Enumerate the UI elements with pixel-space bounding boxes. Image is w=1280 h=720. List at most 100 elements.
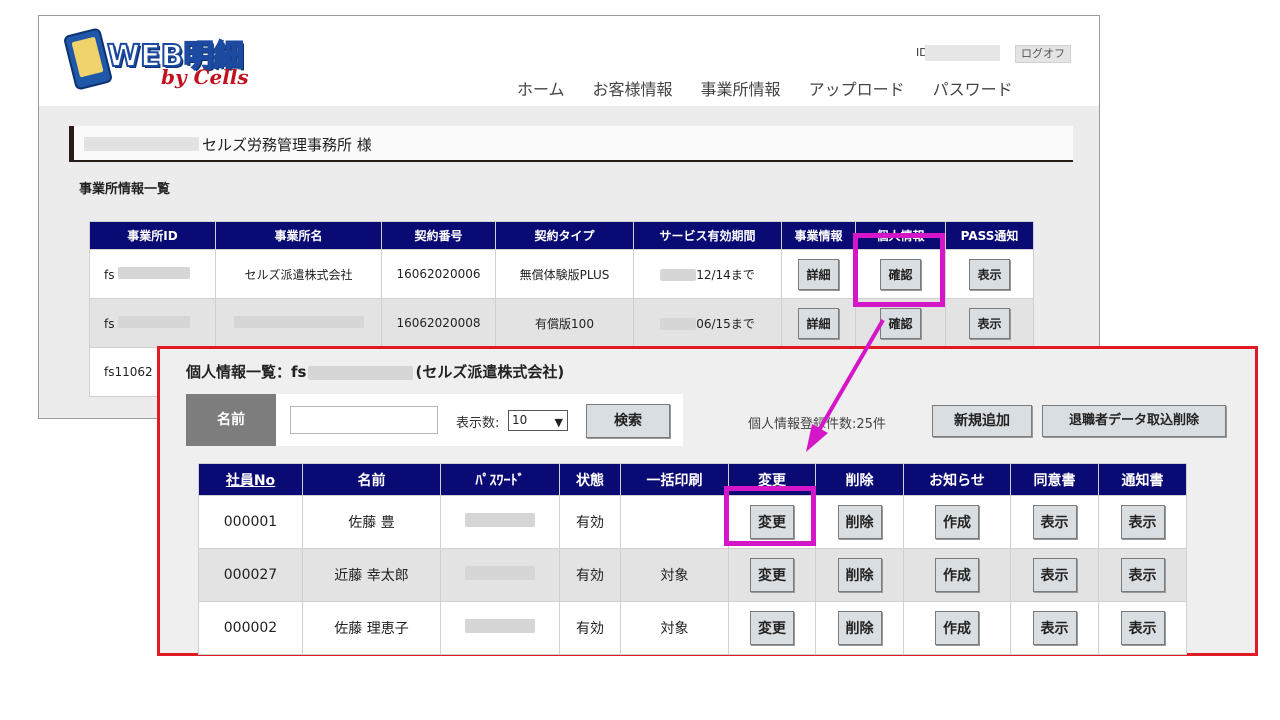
consent-cell: 表示 [1010, 495, 1099, 549]
delete-cell: 削除 [815, 601, 904, 655]
status-cell: 有効 [559, 495, 621, 549]
col-delete: 削除 [815, 463, 904, 496]
show-notification-button[interactable]: 表示 [1120, 611, 1165, 645]
show-notification-button[interactable]: 表示 [1120, 558, 1165, 592]
detail-button[interactable]: 詳細 [798, 307, 839, 339]
password-cell [440, 495, 560, 549]
company-redacted [84, 137, 199, 151]
nav-customer-info[interactable]: お客様情報 [593, 76, 673, 100]
personal-info-panel: 個人情報一覧：fs (セルズ派遣株式会社) 名前 表示数: 10 ▼ 検索 個人情… [157, 346, 1258, 656]
col-business-info: 事業情報 [781, 221, 856, 250]
col-consent: 同意書 [1010, 463, 1099, 496]
site-header: WEB明細 by Cells ID ログオフ ホーム お客様情報 事業所情報 ア… [39, 16, 1099, 106]
detail-button[interactable]: 詳細 [798, 258, 839, 290]
delete-button[interactable]: 削除 [837, 558, 882, 592]
period-cell: 06/15まで [633, 298, 782, 348]
display-count-label: 表示数: [456, 416, 500, 431]
col-contract-no: 契約番号 [381, 221, 496, 250]
type-cell: 有償版100 [495, 298, 634, 348]
create-notice-button[interactable]: 作成 [935, 611, 979, 645]
type-cell: 無償体験版PLUS [495, 249, 634, 299]
col-service-period: サービス有効期間 [633, 221, 782, 250]
create-notice-button[interactable]: 作成 [935, 558, 979, 592]
notice-cell: 作成 [903, 548, 1011, 602]
col-office-id: 事業所ID [89, 221, 216, 250]
confirm-button[interactable]: 確認 [880, 307, 921, 339]
col-password: ﾊﾟｽﾜｰﾄﾞ [440, 463, 560, 496]
bulk-print-cell: 対象 [620, 548, 729, 602]
col-bulk-print: 一括印刷 [620, 463, 729, 496]
delete-cell: 削除 [815, 495, 904, 549]
status-cell: 有効 [559, 601, 621, 655]
web-meisai-logo[interactable]: WEB明細 by Cells [62, 27, 259, 103]
nav-upload[interactable]: アップロード [809, 76, 905, 100]
display-count-select[interactable]: 10 ▼ [508, 410, 568, 431]
company-name: セルズ労務管理事務所 様 [202, 136, 372, 154]
office-name-cell [215, 298, 382, 348]
nav-office-info[interactable]: 事業所情報 [701, 76, 781, 100]
employee-table: 社員No 名前 ﾊﾟｽﾜｰﾄﾞ 状態 一括印刷 変更 削除 お知らせ 同意書 通… [198, 463, 1187, 655]
logoff-button[interactable]: ログオフ [1015, 45, 1071, 63]
bulk-print-cell: 対象 [620, 601, 729, 655]
logo-sub-text: by Cells [161, 65, 249, 89]
change-highlight [724, 486, 816, 546]
section-title: 事業所情報一覧 [79, 182, 171, 197]
office-id-cell: fs [89, 249, 216, 299]
table-row: 000001 佐藤 豊 有効 変更 削除 作成 表示 表示 [198, 495, 1187, 549]
user-id-redacted [925, 45, 1000, 61]
add-new-button[interactable]: 新規追加 [932, 405, 1032, 437]
notification-cell: 表示 [1098, 601, 1187, 655]
delete-cell: 削除 [815, 548, 904, 602]
name-label: 名前 [186, 394, 276, 446]
show-notification-button[interactable]: 表示 [1120, 505, 1165, 539]
retiree-import-delete-button[interactable]: 退職者データ取込削除 [1042, 405, 1226, 437]
table-row: 000027 近藤 幸太郎 有効 対象 変更 削除 作成 表示 表示 [198, 548, 1187, 602]
employee-name-cell: 佐藤 豊 [302, 495, 441, 549]
detail-cell: 詳細 [781, 249, 856, 299]
col-name: 名前 [302, 463, 441, 496]
col-status: 状態 [559, 463, 621, 496]
employee-no-cell: 000001 [198, 495, 303, 549]
name-search-input[interactable] [290, 406, 438, 434]
col-pass-notice: PASS通知 [945, 221, 1034, 250]
employee-name-cell: 佐藤 理恵子 [302, 601, 441, 655]
nav-password[interactable]: パスワード [933, 76, 1013, 100]
search-area: 名前 表示数: 10 ▼ 検索 [186, 394, 683, 446]
delete-button[interactable]: 削除 [837, 505, 882, 539]
company-bar: セルズ労務管理事務所 様 [69, 126, 1073, 162]
show-consent-button[interactable]: 表示 [1032, 505, 1077, 539]
create-notice-button[interactable]: 作成 [935, 505, 979, 539]
panel-title: 個人情報一覧：fs (セルズ派遣株式会社) [186, 363, 565, 381]
status-cell: 有効 [559, 548, 621, 602]
notification-cell: 表示 [1098, 548, 1187, 602]
bulk-print-cell [620, 495, 729, 549]
change-cell: 変更 [728, 548, 816, 602]
nav-home[interactable]: ホーム [517, 76, 565, 100]
contract-cell: 16062020008 [381, 298, 496, 348]
pass-show-button[interactable]: 表示 [969, 258, 1010, 290]
period-cell: 12/14まで [633, 249, 782, 299]
password-cell [440, 548, 560, 602]
pass-show-button[interactable]: 表示 [969, 307, 1010, 339]
office-name-cell: セルズ派遣株式会社 [215, 249, 382, 299]
confirm-highlight [853, 233, 945, 307]
pass-cell: 表示 [945, 249, 1034, 299]
employee-name-cell: 近藤 幸太郎 [302, 548, 441, 602]
col-notice: お知らせ [903, 463, 1011, 496]
change-button[interactable]: 変更 [750, 611, 794, 645]
search-button[interactable]: 検索 [586, 404, 670, 438]
chevron-down-icon: ▼ [554, 416, 563, 429]
office-id-redacted [308, 365, 414, 380]
table-row: 000002 佐藤 理恵子 有効 対象 変更 削除 作成 表示 表示 [198, 601, 1187, 655]
change-cell: 変更 [728, 601, 816, 655]
employee-no-cell: 000027 [198, 548, 303, 602]
record-count: 個人情報登録件数:25件 [748, 417, 886, 432]
change-button[interactable]: 変更 [750, 558, 794, 592]
col-employee-no[interactable]: 社員No [198, 463, 303, 496]
main-nav: ホーム お客様情報 事業所情報 アップロード パスワード [517, 76, 1041, 100]
notification-cell: 表示 [1098, 495, 1187, 549]
pass-cell: 表示 [945, 298, 1034, 348]
delete-button[interactable]: 削除 [837, 611, 882, 645]
show-consent-button[interactable]: 表示 [1032, 611, 1077, 645]
show-consent-button[interactable]: 表示 [1032, 558, 1077, 592]
